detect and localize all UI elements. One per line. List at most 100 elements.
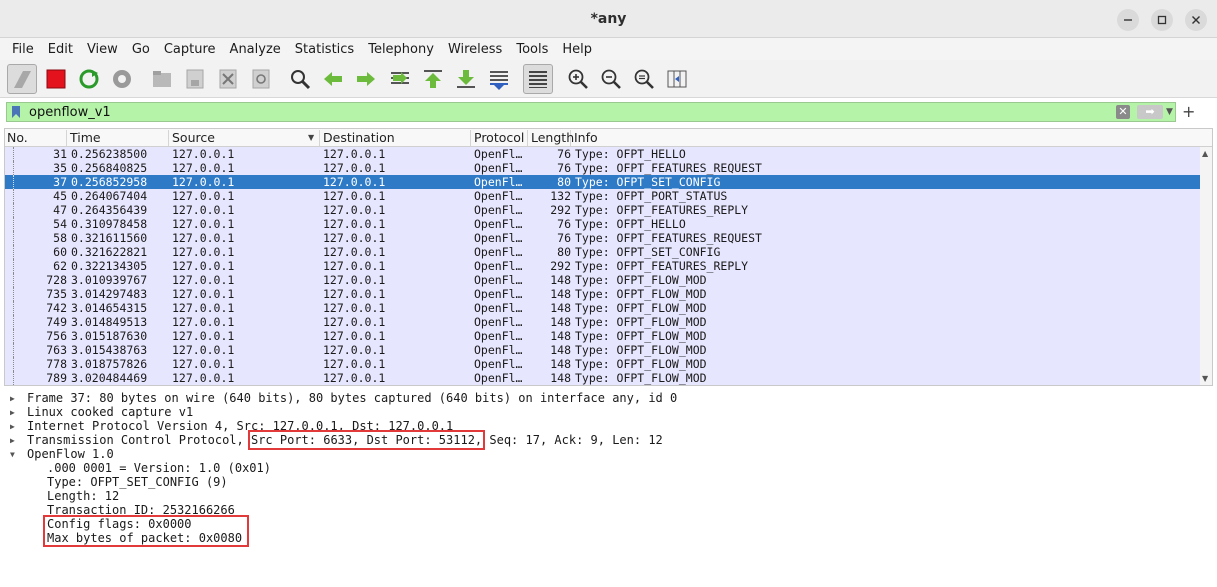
menu-capture[interactable]: Capture xyxy=(164,42,216,57)
cell-protocol: OpenFl… xyxy=(474,147,523,161)
detail-ipv4[interactable]: Internet Protocol Version 4, Src: 127.0.… xyxy=(27,419,453,433)
stop-capture-icon[interactable] xyxy=(41,64,71,94)
table-row[interactable]: 756 3.015187630 127.0.0.1 127.0.0.1 OpenFl… 1… xyxy=(5,329,1200,343)
go-back-icon[interactable] xyxy=(318,64,348,94)
table-row[interactable]: 728 3.010939767 127.0.0.1 127.0.0.1 OpenFl… 1… xyxy=(5,273,1200,287)
column-header-no[interactable]: No. xyxy=(5,130,67,146)
expand-arrow-icon[interactable]: ▶ xyxy=(10,420,15,434)
close-file-icon[interactable] xyxy=(213,64,243,94)
zoom-out-icon[interactable] xyxy=(596,64,626,94)
column-header-protocol[interactable]: Protocol xyxy=(472,130,528,146)
tree-guide-line xyxy=(13,231,14,245)
bookmark-icon[interactable] xyxy=(9,105,23,119)
table-row[interactable]: 742 3.014654315 127.0.0.1 127.0.0.1 OpenFl… 1… xyxy=(5,301,1200,315)
table-row[interactable]: 35 0.256840825 127.0.0.1 127.0.0.1 OpenFl… 76… xyxy=(5,161,1200,175)
table-row[interactable]: 31 0.256238500 127.0.0.1 127.0.0.1 OpenFl… 76… xyxy=(5,147,1200,161)
table-row-selected[interactable]: 37 0.256852958 127.0.0.1 127.0.0.1 OpenFl… 80… xyxy=(5,175,1200,189)
normal-size-icon[interactable] xyxy=(629,64,659,94)
cell-source: 127.0.0.1 xyxy=(172,329,235,343)
table-row[interactable]: 47 0.264356439 127.0.0.1 127.0.0.1 OpenFl… 29… xyxy=(5,203,1200,217)
reload-file-icon[interactable] xyxy=(246,64,276,94)
cell-no: 742 xyxy=(46,301,67,315)
close-icon[interactable] xyxy=(1185,9,1207,31)
cell-source: 127.0.0.1 xyxy=(172,301,235,315)
cell-time: 0.256238500 xyxy=(71,147,148,161)
expand-arrow-icon[interactable]: ▶ xyxy=(10,392,15,406)
filter-dropdown-icon[interactable]: ▼ xyxy=(1166,105,1176,119)
table-row[interactable]: 54 0.310978458 127.0.0.1 127.0.0.1 OpenFl… 76… xyxy=(5,217,1200,231)
cell-destination: 127.0.0.1 xyxy=(323,245,386,259)
detail-tcp[interactable]: Transmission Control Protocol, Src Port:… xyxy=(27,430,663,450)
tree-guide-line xyxy=(13,371,14,385)
column-header-time[interactable]: Time xyxy=(68,130,169,146)
column-header-source[interactable]: Source xyxy=(170,130,320,146)
go-forward-icon[interactable] xyxy=(351,64,381,94)
cell-length: 148 xyxy=(550,329,571,343)
table-row[interactable]: 58 0.321611560 127.0.0.1 127.0.0.1 OpenFl… 76… xyxy=(5,231,1200,245)
cell-time: 0.310978458 xyxy=(71,217,148,231)
sort-desc-icon: ▼ xyxy=(308,133,315,142)
last-packet-icon[interactable] xyxy=(451,64,481,94)
menu-help[interactable]: Help xyxy=(562,42,592,57)
menu-telephony[interactable]: Telephony xyxy=(368,42,434,57)
menu-analyze[interactable]: Analyze xyxy=(230,42,281,57)
cell-destination: 127.0.0.1 xyxy=(323,259,386,273)
minimize-icon[interactable] xyxy=(1117,9,1139,31)
menu-wireless[interactable]: Wireless xyxy=(448,42,502,57)
add-filter-button-icon[interactable]: + xyxy=(1182,102,1196,122)
collapse-arrow-icon[interactable]: ▼ xyxy=(10,448,15,462)
clear-filter-icon[interactable]: ✕ xyxy=(1116,105,1130,119)
column-header-info[interactable]: Info xyxy=(572,130,1200,146)
detail-of-version[interactable]: .000 0001 = Version: 1.0 (0x01) xyxy=(47,461,271,475)
save-file-icon[interactable] xyxy=(180,64,210,94)
detail-of-length[interactable]: Length: 12 xyxy=(47,489,119,503)
menu-go[interactable]: Go xyxy=(132,42,150,57)
menu-view[interactable]: View xyxy=(87,42,118,57)
start-capture-icon[interactable] xyxy=(7,64,37,94)
maximize-icon[interactable] xyxy=(1151,9,1173,31)
detail-of-type[interactable]: Type: OFPT_SET_CONFIG (9) xyxy=(47,475,228,489)
packet-details: ▶ Frame 37: 80 bytes on wire (640 bits),… xyxy=(4,390,1213,587)
scroll-up-icon[interactable]: ▲ xyxy=(1202,149,1208,158)
detail-frame[interactable]: Frame 37: 80 bytes on wire (640 bits), 8… xyxy=(27,391,677,405)
table-row[interactable]: 735 3.014297483 127.0.0.1 127.0.0.1 OpenFl… 1… xyxy=(5,287,1200,301)
first-packet-icon[interactable] xyxy=(418,64,448,94)
zoom-in-icon[interactable] xyxy=(563,64,593,94)
colorize-icon[interactable] xyxy=(523,64,553,94)
column-header-length[interactable]: Length xyxy=(529,130,574,146)
display-filter-input[interactable] xyxy=(29,104,1109,120)
table-row[interactable]: 789 3.020484469 127.0.0.1 127.0.0.1 OpenFl… 1… xyxy=(5,371,1200,385)
cell-info: Type: OFPT_FLOW_MOD xyxy=(575,287,707,301)
expand-arrow-icon[interactable]: ▶ xyxy=(10,434,15,448)
detail-openflow[interactable]: OpenFlow 1.0 xyxy=(27,447,114,461)
menu-statistics[interactable]: Statistics xyxy=(295,42,354,57)
expand-arrow-icon[interactable]: ▶ xyxy=(10,406,15,420)
go-to-packet-icon[interactable] xyxy=(385,64,415,94)
tree-guide-line xyxy=(13,343,14,357)
capture-options-icon[interactable] xyxy=(107,64,137,94)
tree-guide-line xyxy=(13,175,14,189)
table-row[interactable]: 778 3.018757826 127.0.0.1 127.0.0.1 OpenFl… 1… xyxy=(5,357,1200,371)
table-row[interactable]: 60 0.321622821 127.0.0.1 127.0.0.1 OpenFl… 80… xyxy=(5,245,1200,259)
autoscroll-icon[interactable] xyxy=(484,64,514,94)
menu-edit[interactable]: Edit xyxy=(48,42,73,57)
packet-list-scrollbar[interactable]: ▲ ▼ xyxy=(1200,147,1212,385)
open-file-icon[interactable] xyxy=(147,64,177,94)
column-header-destination[interactable]: Destination xyxy=(321,130,471,146)
cell-time: 3.014297483 xyxy=(71,287,148,301)
table-row[interactable]: 45 0.264067404 127.0.0.1 127.0.0.1 OpenFl… 13… xyxy=(5,189,1200,203)
cell-source: 127.0.0.1 xyxy=(172,217,235,231)
table-row[interactable]: 749 3.014849513 127.0.0.1 127.0.0.1 OpenFl… 1… xyxy=(5,315,1200,329)
restart-capture-icon[interactable] xyxy=(74,64,104,94)
detail-linux-cooked[interactable]: Linux cooked capture v1 xyxy=(27,405,193,419)
menu-file[interactable]: File xyxy=(12,42,34,57)
resize-columns-icon[interactable] xyxy=(662,64,692,94)
menu-tools[interactable]: Tools xyxy=(516,42,548,57)
table-row[interactable]: 763 3.015438763 127.0.0.1 127.0.0.1 OpenFl… 1… xyxy=(5,343,1200,357)
scroll-down-icon[interactable]: ▼ xyxy=(1202,374,1208,383)
cell-protocol: OpenFl… xyxy=(474,175,523,189)
apply-filter-icon[interactable]: ➡ xyxy=(1137,105,1163,119)
find-packet-icon[interactable] xyxy=(285,64,315,94)
table-row[interactable]: 62 0.322134305 127.0.0.1 127.0.0.1 OpenFl… 29… xyxy=(5,259,1200,273)
cell-protocol: OpenFl… xyxy=(474,189,523,203)
